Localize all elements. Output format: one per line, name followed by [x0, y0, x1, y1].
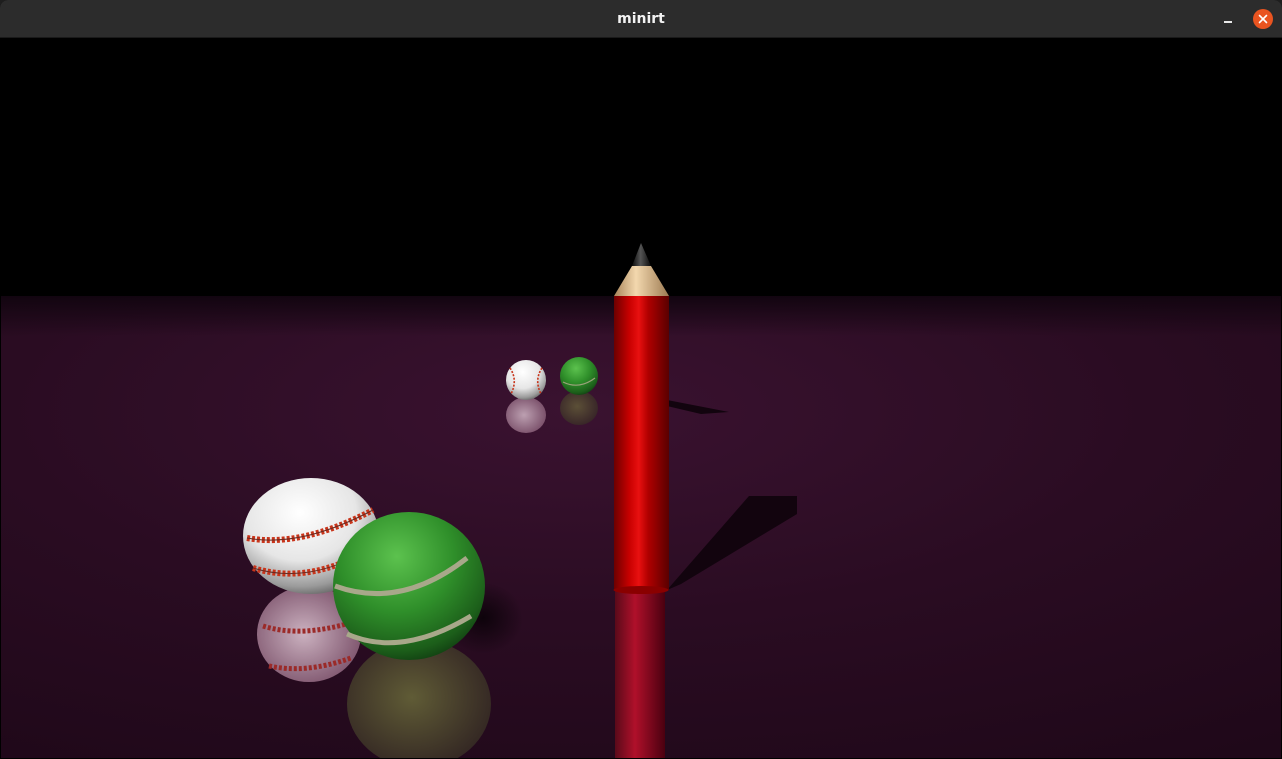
render-viewport: [1, 38, 1281, 758]
window-title: minirt: [617, 11, 665, 27]
minimize-button[interactable]: [1216, 7, 1240, 31]
app-window: minirt: [0, 0, 1282, 759]
pencil: [613, 243, 669, 594]
tennis-ball-near: [333, 512, 485, 660]
close-icon: [1258, 14, 1268, 24]
close-button[interactable]: [1253, 9, 1273, 29]
title-bar[interactable]: minirt: [0, 0, 1282, 38]
baseball-far-reflection: [506, 397, 546, 433]
tennis-ball-far-reflection: [560, 391, 598, 425]
baseball-far: [506, 360, 546, 400]
rendered-scene: [1, 38, 1281, 758]
pencil-reflection: [615, 590, 665, 758]
tennis-ball-far: [560, 357, 598, 395]
